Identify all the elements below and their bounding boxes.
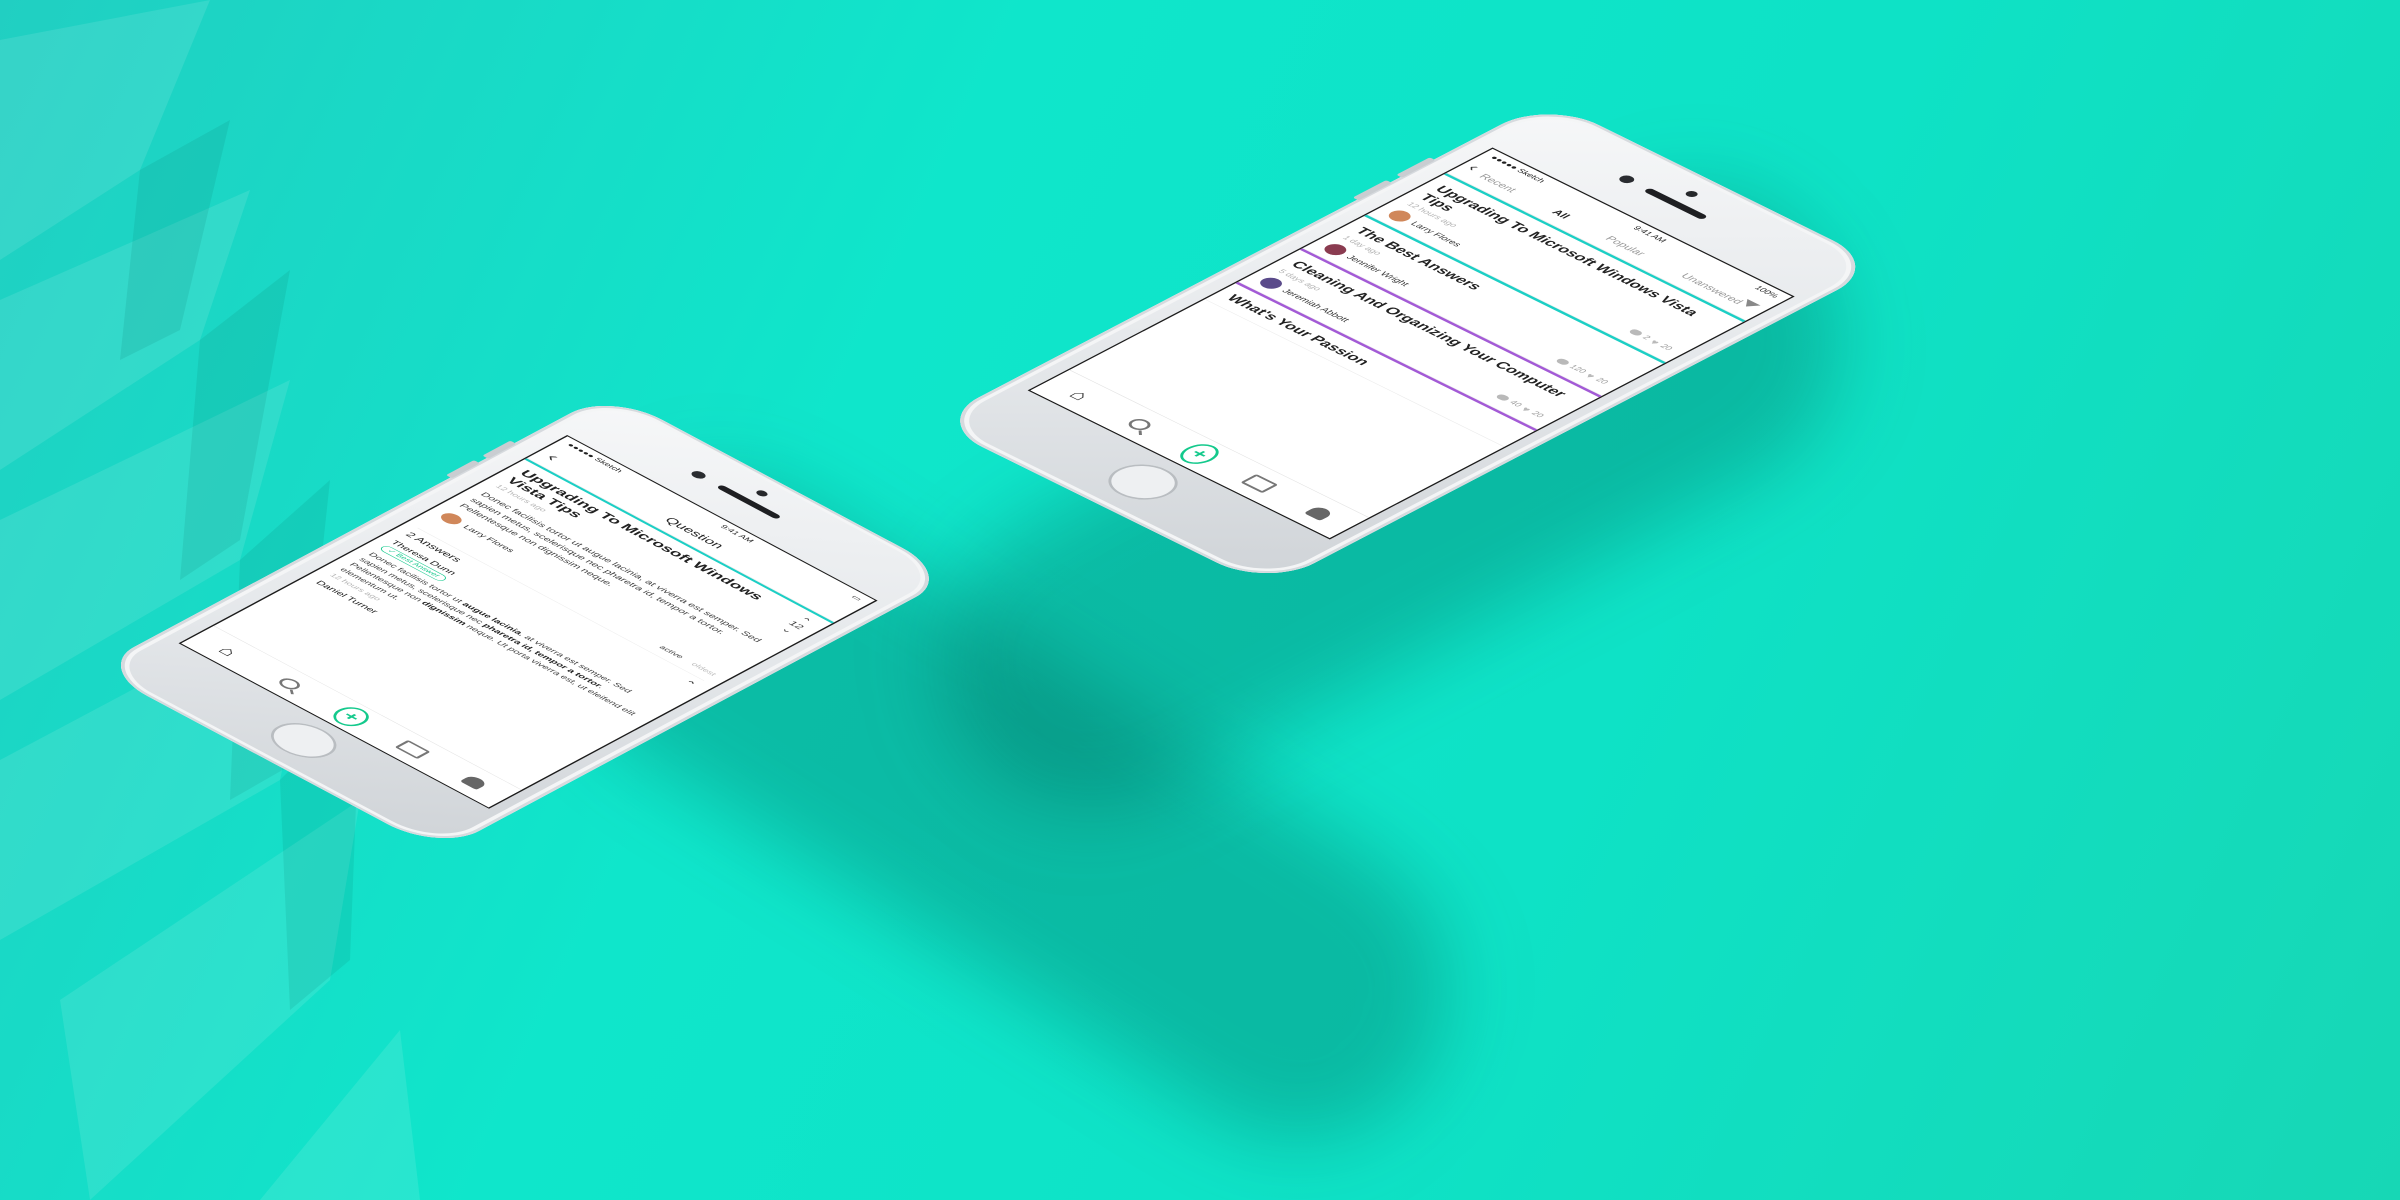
- comment-count: 40: [1507, 399, 1525, 409]
- search-icon: [1124, 416, 1155, 433]
- add-button[interactable]: +: [326, 703, 377, 731]
- comment-icon: [1494, 393, 1511, 402]
- back-icon[interactable]: ‹: [1462, 162, 1485, 174]
- inbox-tab[interactable]: [390, 738, 435, 762]
- home-tab[interactable]: ⌂: [1056, 383, 1104, 407]
- avatar: [1384, 208, 1416, 224]
- tab-recent[interactable]: Recent: [1477, 172, 1520, 194]
- comment-count: 120: [1566, 363, 1589, 375]
- inbox-tab[interactable]: [1236, 472, 1284, 496]
- back-icon[interactable]: ‹: [542, 451, 565, 463]
- filter-icon[interactable]: [1739, 299, 1761, 310]
- search-icon: [275, 676, 305, 692]
- inbox-icon: [394, 739, 431, 760]
- battery-icon: ▭: [849, 594, 864, 602]
- add-tab[interactable]: +: [326, 703, 377, 731]
- inbox-icon: [1240, 473, 1279, 494]
- avatar: [1319, 241, 1351, 258]
- profile-icon: [459, 774, 489, 790]
- collapse-icon[interactable]: ⌃: [680, 678, 700, 689]
- answer-time: 12 hours ago: [327, 572, 383, 602]
- search-tab[interactable]: [267, 672, 312, 696]
- like-count: 20: [1528, 410, 1546, 419]
- add-tab[interactable]: +: [1172, 440, 1227, 468]
- house-icon: ⌂: [1064, 386, 1096, 403]
- house-icon: ⌂: [214, 643, 243, 659]
- avatar: [436, 511, 466, 527]
- comment-icon: [1554, 357, 1571, 366]
- like-count: 20: [1657, 343, 1675, 352]
- profile-tab[interactable]: [452, 770, 497, 794]
- profile-tab[interactable]: [1295, 501, 1343, 525]
- tab-all[interactable]: All: [1549, 208, 1573, 220]
- avatar: [1255, 275, 1287, 292]
- comment-icon: [1627, 328, 1644, 337]
- vote-control: ⌃ 12 ⌄: [768, 615, 816, 640]
- add-button[interactable]: +: [1172, 440, 1227, 468]
- like-count: 20: [1593, 376, 1611, 386]
- search-tab[interactable]: [1116, 412, 1164, 436]
- profile-icon: [1303, 505, 1335, 521]
- home-tab[interactable]: ⌂: [206, 639, 251, 663]
